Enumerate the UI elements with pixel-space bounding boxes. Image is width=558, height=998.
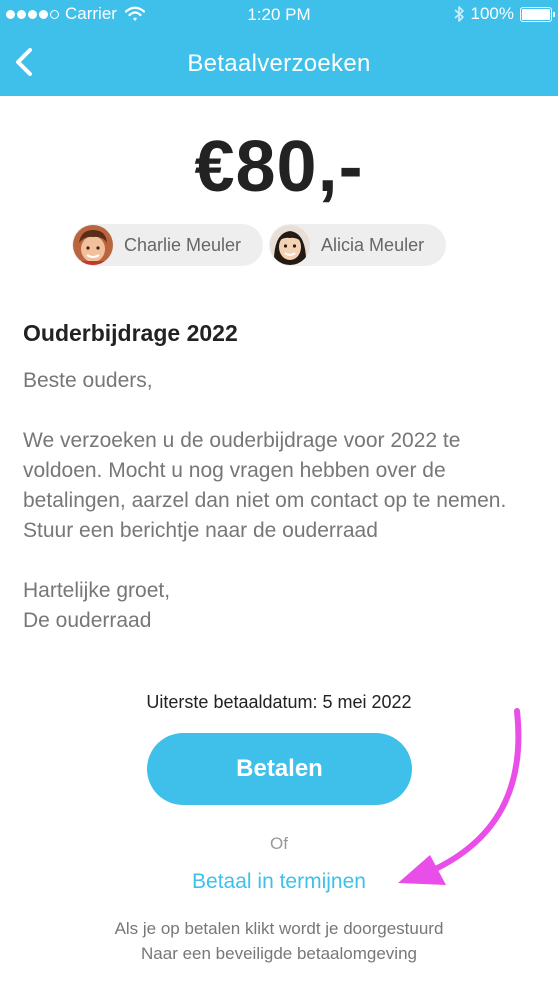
status-bar: Carrier 1:20 PM 100% [0, 0, 558, 30]
page-title: Betaalverzoeken [187, 50, 371, 77]
battery-icon [520, 6, 555, 22]
message-title: Ouderbijdrage 2022 [23, 320, 238, 346]
battery-percent: 100% [470, 4, 514, 23]
recipient-chip-alicia[interactable]: Alicia Meuler [269, 224, 447, 266]
redirect-note: Als je op betalen klikt wordt je doorges… [0, 916, 558, 966]
payment-amount: €80,- [194, 127, 364, 207]
message-closing: Hartelijke groet, [23, 579, 171, 602]
recipient-name: Charlie Meuler [124, 234, 242, 255]
message-signature: De ouderraad [23, 609, 152, 632]
message-text: We verzoeken u de ouderbijdrage voor 202… [23, 429, 507, 542]
pay-button[interactable]: Betalen [147, 733, 412, 805]
recipient-chips: Charlie Meuler Alicia Meuler [72, 224, 447, 266]
message-body: Beste ouders, We verzoeken u de ouderbij… [23, 366, 543, 636]
bluetooth-icon [453, 6, 464, 22]
redirect-note-line2: Naar een beveiligde betaalomgeving [141, 944, 417, 963]
boy-avatar-icon [73, 225, 113, 265]
annotation-arrow-icon [398, 708, 522, 885]
status-right: 100% [453, 4, 555, 24]
recipient-chip-charlie[interactable]: Charlie Meuler [72, 224, 264, 266]
nav-bar: Betaalverzoeken [0, 30, 558, 96]
message-greeting: Beste ouders, [23, 369, 153, 392]
redirect-note-line1: Als je op betalen klikt wordt je doorges… [114, 919, 444, 938]
girl-avatar-icon [270, 225, 311, 265]
recipient-name: Alicia Meuler [321, 234, 425, 255]
